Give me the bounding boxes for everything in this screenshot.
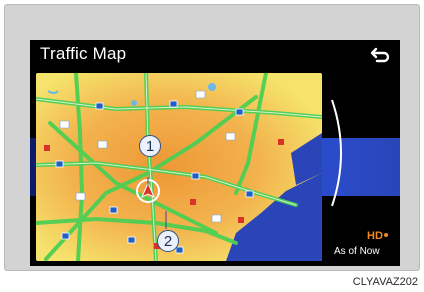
return-arrow-icon xyxy=(370,47,390,63)
screen-title: Traffic Map xyxy=(40,44,127,63)
callout-1: 1 xyxy=(139,135,161,157)
display-screen: Traffic Map 1 2 HD As of Now xyxy=(30,40,400,266)
back-button[interactable] xyxy=(366,45,394,67)
callout-2: 2 xyxy=(157,230,179,252)
hd-radio-icon: HD xyxy=(367,228,389,242)
svg-text:HD: HD xyxy=(367,230,383,242)
traffic-map[interactable] xyxy=(36,73,322,261)
figure-code: CLYAVAZ202 xyxy=(352,276,418,288)
scroll-indicator[interactable] xyxy=(330,98,352,208)
traffic-timestamp: As of Now xyxy=(334,246,380,257)
